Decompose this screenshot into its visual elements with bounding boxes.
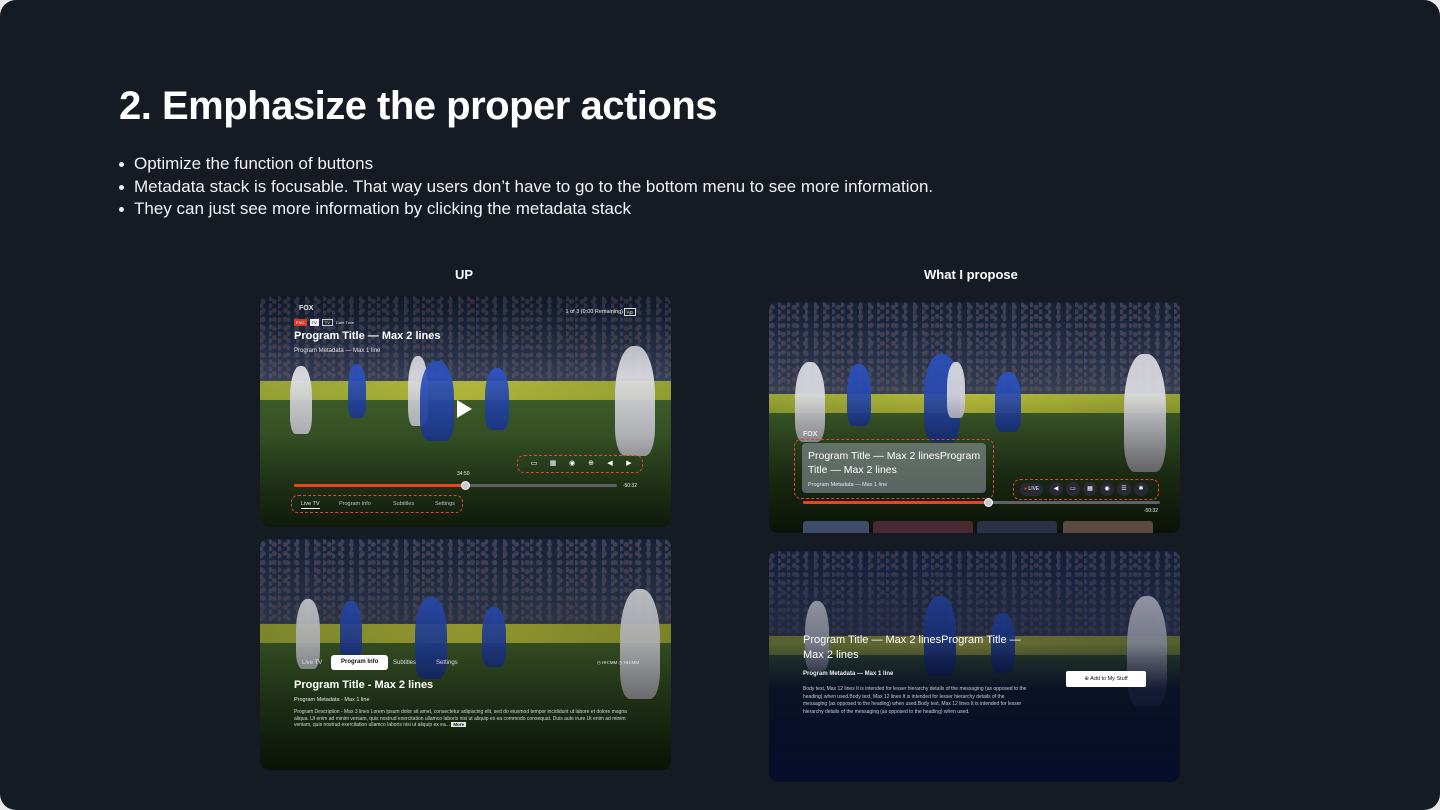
add-to-my-stuff-button[interactable]: ⊕ Add to My Stuff	[1066, 671, 1146, 687]
tab-program-info[interactable]: Program Info	[331, 655, 389, 670]
channel-thumbnail[interactable]	[873, 521, 973, 533]
up-player-screen: FOX ENG TV TV Date Time Program Title — …	[260, 296, 671, 527]
channel-thumbnail[interactable]	[803, 521, 869, 533]
remaining-time: -50:32	[1143, 508, 1158, 514]
list-icon[interactable]: ☰	[1117, 482, 1131, 496]
pip-icon[interactable]: ▭	[528, 458, 540, 470]
channel-thumbnail[interactable]	[1063, 521, 1153, 533]
body-text: Body text, Max 12 lines It is intended f…	[803, 686, 1027, 715]
play-icon[interactable]	[457, 400, 472, 418]
program-metadata: Program Metadata — Max 1 line	[808, 482, 888, 488]
program-metadata: Program Metadata - Max 1 line	[294, 697, 370, 703]
live-button[interactable]: ● LIVE	[1020, 483, 1044, 496]
bullet-list: Optimize the function of buttons Metadat…	[118, 153, 933, 221]
column-heading-up: UP	[455, 267, 474, 282]
grid-icon[interactable]: ▦	[1083, 482, 1097, 496]
rating-badge: TV	[309, 319, 319, 326]
pip-icon[interactable]: ▭	[1066, 482, 1080, 496]
tab-live-tv[interactable]: Live TV	[301, 501, 320, 509]
progress-fill	[294, 484, 466, 487]
more-button[interactable]: More	[451, 722, 467, 727]
progress-fill	[803, 501, 989, 504]
clock-icon: ◷	[618, 660, 623, 665]
bottom-menu: Live TV Program Info Subtitles Settings	[291, 495, 463, 513]
fox-logo: FOX	[299, 305, 314, 312]
fox-logo: FOX	[803, 431, 818, 438]
control-bar: ● LIVE ◀ ▭ ▦ ◉ ☰ ✱	[1013, 479, 1159, 500]
program-title: Program Title — Max 2 linesProgram Title…	[808, 450, 981, 476]
record-icon[interactable]: ◉	[1100, 482, 1114, 496]
column-heading-proposal: What I propose	[924, 267, 1018, 282]
tab-subtitles[interactable]: Subtitles	[393, 501, 414, 507]
channel-thumbnail[interactable]	[977, 521, 1057, 533]
tab-settings[interactable]: Settings	[426, 657, 468, 669]
date-time: Date Time	[335, 320, 355, 325]
remaining-time: -50:32	[622, 483, 637, 489]
program-title: Program Title - Max 2 lines	[294, 679, 434, 691]
live-dot-icon: ●	[1024, 486, 1028, 492]
program-metadata: Program Metadata — Max 1 line	[803, 671, 894, 677]
ad-counter: 1 of 3 (0:00 Remaining)	[565, 309, 623, 315]
control-bar: ▭ ▦ ◉ ⊕ ◀ ▶	[517, 455, 643, 473]
metadata-stack[interactable]: Program Title — Max 2 linesProgram Title…	[802, 443, 986, 493]
end-time: HH:MM	[623, 660, 639, 665]
clock-icon: ◷	[596, 660, 601, 665]
tab-program-info[interactable]: Program Info	[339, 501, 371, 507]
tab-subtitles[interactable]: Subtitles	[383, 657, 426, 669]
slide: 2. Emphasize the proper actions Optimize…	[0, 0, 1440, 810]
live-label: LIVE	[1028, 486, 1040, 492]
bullet-item: Metadata stack is focusable. That way us…	[118, 176, 933, 199]
progress-track[interactable]	[803, 498, 1160, 507]
slide-title: 2. Emphasize the proper actions	[119, 84, 718, 128]
proposed-player-screen: FOX Program Title — Max 2 linesProgram T…	[769, 302, 1180, 533]
bullet-item: Optimize the function of buttons	[118, 153, 933, 176]
tab-settings[interactable]: Settings	[435, 501, 455, 507]
bullet-continuation: They can just see more information by cl…	[118, 198, 933, 221]
start-time: HH:MM	[602, 660, 618, 665]
plus-circle-icon: ⊕	[1084, 676, 1089, 682]
ad-badge: AD	[623, 308, 636, 316]
progress-track[interactable]	[294, 481, 617, 490]
rewind-icon[interactable]: ◀	[1049, 482, 1063, 496]
current-time: 34:50	[457, 471, 470, 477]
rewind-icon[interactable]: ◀	[604, 458, 616, 470]
program-description: Program Description - Max 3 lines Lorem …	[294, 709, 639, 729]
add-button-label: Add to My Stuff	[1090, 676, 1128, 682]
proposed-info-screen: Program Title — Max 2 linesProgram Title…	[769, 551, 1180, 782]
scrub-handle[interactable]	[460, 481, 470, 490]
add-icon[interactable]: ⊕	[585, 458, 597, 470]
program-title: Program Title — Max 2 lines	[294, 330, 441, 342]
gear-icon[interactable]: ✱	[1134, 482, 1148, 496]
program-metadata: Program Metadata — Max 1 line	[294, 348, 381, 354]
tab-live-tv[interactable]: Live TV	[292, 657, 332, 669]
language-badge: ENG	[294, 319, 307, 326]
badge-row: ENG TV TV Date Time	[294, 319, 354, 326]
grid-icon[interactable]: ▦	[547, 458, 559, 470]
rating-badge: TV	[321, 319, 333, 326]
record-icon[interactable]: ◉	[566, 458, 578, 470]
program-title: Program Title — Max 2 linesProgram Title…	[803, 634, 1021, 661]
time-range: ◷ HH:MM ◷ HH:MM	[597, 660, 639, 666]
skip-forward-icon[interactable]: ▶	[623, 458, 635, 470]
up-info-screen: Live TV Program Info Subtitles Settings …	[260, 539, 671, 770]
